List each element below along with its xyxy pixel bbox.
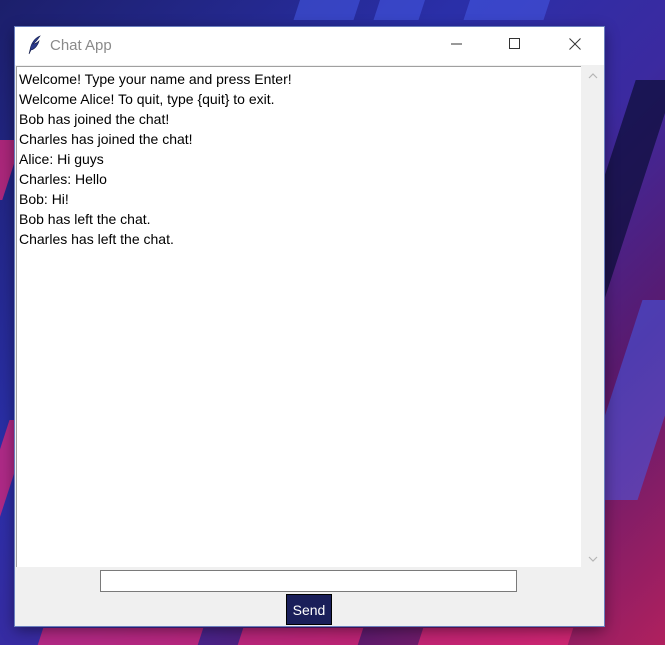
window-title: Chat App [50,37,112,54]
chat-message: Charles: Hello [19,171,107,187]
maximize-button[interactable] [486,27,544,65]
scroll-up-button[interactable] [583,66,603,84]
chat-message: Welcome! Type your name and press Enter! [19,71,292,87]
chat-message: Bob: Hi! [19,191,69,207]
feather-icon [27,35,43,55]
scroll-down-button[interactable] [583,549,603,567]
chevron-down-icon [588,549,598,567]
chat-message: Bob has joined the chat! [19,111,170,127]
chat-message: Welcome Alice! To quit, type {quit} to e… [19,91,275,107]
title-bar[interactable]: Chat App [15,27,604,65]
close-button[interactable] [546,27,604,65]
wallpaper-stripe [416,628,574,645]
chat-message: Alice: Hi guys [19,151,104,167]
minimize-button[interactable] [428,27,486,65]
message-input[interactable] [100,570,517,592]
chat-message: Charles has joined the chat! [19,131,193,147]
wallpaper-stripe [236,628,364,645]
wallpaper-stripe [463,0,557,20]
chevron-up-icon [588,66,598,84]
maximize-icon [509,37,521,55]
send-button[interactable]: Send [286,594,332,625]
wallpaper-stripe [36,628,204,645]
chat-app-window: Chat App Welcome! Type your name and pre… [15,27,604,626]
chat-message: Bob has left the chat. [19,211,151,227]
chat-log[interactable]: Welcome! Type your name and press Enter!… [16,66,581,567]
minimize-icon [451,37,463,55]
wallpaper-stripe [293,0,367,20]
close-icon [569,37,581,55]
wallpaper-stripe [373,0,432,20]
chat-scrollbar[interactable] [583,66,603,567]
chat-message: Charles has left the chat. [19,231,174,247]
